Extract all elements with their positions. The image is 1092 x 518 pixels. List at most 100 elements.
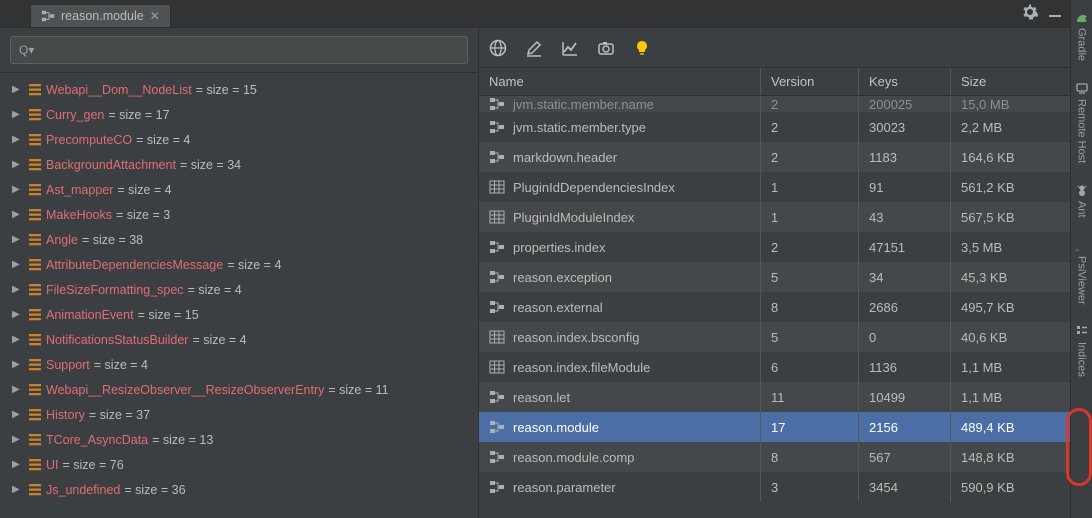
table-row[interactable]: reason.module.comp 8 567 148,8 KB xyxy=(479,442,1070,472)
tree-icon xyxy=(489,149,505,165)
table-row[interactable]: reason.let 11 10499 1,1 MB xyxy=(479,382,1070,412)
cell-keys: 0 xyxy=(869,330,876,345)
cell-keys: 91 xyxy=(869,180,883,195)
bulb-icon[interactable] xyxy=(633,39,651,57)
list-icon xyxy=(28,308,42,322)
tree-item[interactable]: ▶ History = size = 37 xyxy=(0,402,478,427)
minimize-icon[interactable] xyxy=(1048,5,1062,22)
chart-icon[interactable] xyxy=(561,39,579,57)
tree-item-size: = size = 4 xyxy=(94,358,148,372)
expand-arrow-icon[interactable]: ▶ xyxy=(12,234,24,245)
tab-reason-module[interactable]: reason.module ✕ xyxy=(30,4,171,27)
expand-arrow-icon[interactable]: ▶ xyxy=(12,359,24,370)
expand-arrow-icon[interactable]: ▶ xyxy=(12,284,24,295)
tool-window-psiviewer[interactable]: ψPsiViewer xyxy=(1075,232,1089,311)
expand-arrow-icon[interactable]: ▶ xyxy=(12,109,24,120)
tree-item[interactable]: ▶ PrecomputeCO = size = 4 xyxy=(0,127,478,152)
expand-arrow-icon[interactable]: ▶ xyxy=(12,259,24,270)
table-row[interactable]: reason.parameter 3 3454 590,9 KB xyxy=(479,472,1070,502)
tree-item[interactable]: ▶ Webapi__ResizeObserver__ResizeObserver… xyxy=(0,377,478,402)
tree-item[interactable]: ▶ Webapi__Dom__NodeList = size = 15 xyxy=(0,77,478,102)
table-row[interactable]: PluginIdDependenciesIndex 1 91 561,2 KB xyxy=(479,172,1070,202)
tool-window-indices[interactable]: Indices xyxy=(1075,318,1089,383)
expand-arrow-icon[interactable]: ▶ xyxy=(12,184,24,195)
cell-size: 495,7 KB xyxy=(961,300,1015,315)
table-row[interactable]: reason.index.bsconfig 5 0 40,6 KB xyxy=(479,322,1070,352)
tree-item[interactable]: ▶ BackgroundAttachment = size = 34 xyxy=(0,152,478,177)
search-row: Q▾ xyxy=(0,28,478,73)
globe-icon[interactable] xyxy=(489,39,507,57)
list-icon xyxy=(28,408,42,422)
cell-size: 3,5 MB xyxy=(961,240,1002,255)
table-row[interactable]: properties.index 2 47151 3,5 MB xyxy=(479,232,1070,262)
tree-item[interactable]: ▶ FileSizeFormatting_spec = size = 4 xyxy=(0,277,478,302)
gear-icon[interactable] xyxy=(1022,4,1038,23)
tree-icon xyxy=(489,269,505,285)
tree-item[interactable]: ▶ UI = size = 76 xyxy=(0,452,478,477)
col-header-name[interactable]: Name xyxy=(479,68,761,95)
camera-icon[interactable] xyxy=(597,39,615,57)
expand-arrow-icon[interactable]: ▶ xyxy=(12,134,24,145)
expand-arrow-icon[interactable]: ▶ xyxy=(12,384,24,395)
list-icon xyxy=(28,208,42,222)
table-row[interactable]: reason.exception 5 34 45,3 KB xyxy=(479,262,1070,292)
cell-name: properties.index xyxy=(513,240,606,255)
tree-item[interactable]: ▶ Js_undefined = size = 36 xyxy=(0,477,478,502)
search-input[interactable]: Q▾ xyxy=(10,36,468,64)
list-icon xyxy=(28,158,42,172)
pencil-icon[interactable] xyxy=(525,39,543,57)
cell-keys: 2156 xyxy=(869,420,898,435)
tree-item[interactable]: ▶ Angle = size = 38 xyxy=(0,227,478,252)
tool-window-gradle[interactable]: Gradle xyxy=(1075,4,1089,67)
col-header-version[interactable]: Version xyxy=(761,68,859,95)
expand-arrow-icon[interactable]: ▶ xyxy=(12,159,24,170)
tool-window-label: Ant xyxy=(1076,201,1088,218)
expand-arrow-icon[interactable]: ▶ xyxy=(12,334,24,345)
tree-item[interactable]: ▶ MakeHooks = size = 3 xyxy=(0,202,478,227)
close-icon[interactable]: ✕ xyxy=(150,9,160,23)
left-pane: reason.module ✕ Q▾ ▶ Webapi__Dom__NodeLi… xyxy=(0,0,479,518)
tree-item[interactable]: ▶ NotificationsStatusBuilder = size = 4 xyxy=(0,327,478,352)
table-row[interactable]: PluginIdModuleIndex 1 43 567,5 KB xyxy=(479,202,1070,232)
col-header-keys[interactable]: Keys xyxy=(859,68,951,95)
expand-arrow-icon[interactable]: ▶ xyxy=(12,84,24,95)
cell-name: reason.let xyxy=(513,390,570,405)
cell-name: reason.module.comp xyxy=(513,450,634,465)
table-row[interactable]: markdown.header 2 1183 164,6 KB xyxy=(479,142,1070,172)
expand-arrow-icon[interactable]: ▶ xyxy=(12,484,24,495)
cell-version: 5 xyxy=(771,270,778,285)
remotehost-icon xyxy=(1075,81,1089,95)
table-header-row: Name Version Keys Size xyxy=(479,68,1070,96)
grid-icon xyxy=(489,359,505,375)
tool-window-label: Indices xyxy=(1076,342,1088,377)
tree-item[interactable]: ▶ TCore_AsyncData = size = 13 xyxy=(0,427,478,452)
cell-keys: 43 xyxy=(869,210,883,225)
tree-item[interactable]: ▶ Ast_mapper = size = 4 xyxy=(0,177,478,202)
cell-version: 8 xyxy=(771,300,778,315)
tree-item[interactable]: ▶ AttributeDependenciesMessage = size = … xyxy=(0,252,478,277)
tree-item[interactable]: ▶ Support = size = 4 xyxy=(0,352,478,377)
tool-window-remotehost[interactable]: Remote Host xyxy=(1075,75,1089,169)
table-row[interactable]: jvm.static.member.name 2 200025 15,0 MB xyxy=(479,96,1070,112)
col-header-size[interactable]: Size xyxy=(951,68,1070,95)
table-row[interactable]: reason.module 17 2156 489,4 KB xyxy=(479,412,1070,442)
expand-arrow-icon[interactable]: ▶ xyxy=(12,309,24,320)
table-body[interactable]: jvm.static.member.name 2 200025 15,0 MB … xyxy=(479,96,1070,502)
tree-item-name: TCore_AsyncData xyxy=(46,433,148,447)
tool-window-ant[interactable]: Ant xyxy=(1075,177,1089,224)
list-icon xyxy=(28,383,42,397)
table-row[interactable]: jvm.static.member.type 2 30023 2,2 MB xyxy=(479,112,1070,142)
expand-arrow-icon[interactable]: ▶ xyxy=(12,209,24,220)
tree-view[interactable]: ▶ Webapi__Dom__NodeList = size = 15 ▶ Cu… xyxy=(0,73,478,518)
tree-item[interactable]: ▶ AnimationEvent = size = 15 xyxy=(0,302,478,327)
table-row[interactable]: reason.external 8 2686 495,7 KB xyxy=(479,292,1070,322)
cell-version: 8 xyxy=(771,450,778,465)
right-pane: Name Version Keys Size jvm.static.member… xyxy=(479,0,1070,518)
expand-arrow-icon[interactable]: ▶ xyxy=(12,409,24,420)
list-icon xyxy=(28,358,42,372)
expand-arrow-icon[interactable]: ▶ xyxy=(12,459,24,470)
cell-size: 489,4 KB xyxy=(961,420,1015,435)
tree-item[interactable]: ▶ Curry_gen = size = 17 xyxy=(0,102,478,127)
expand-arrow-icon[interactable]: ▶ xyxy=(12,434,24,445)
table-row[interactable]: reason.index.fileModule 6 1136 1,1 MB xyxy=(479,352,1070,382)
